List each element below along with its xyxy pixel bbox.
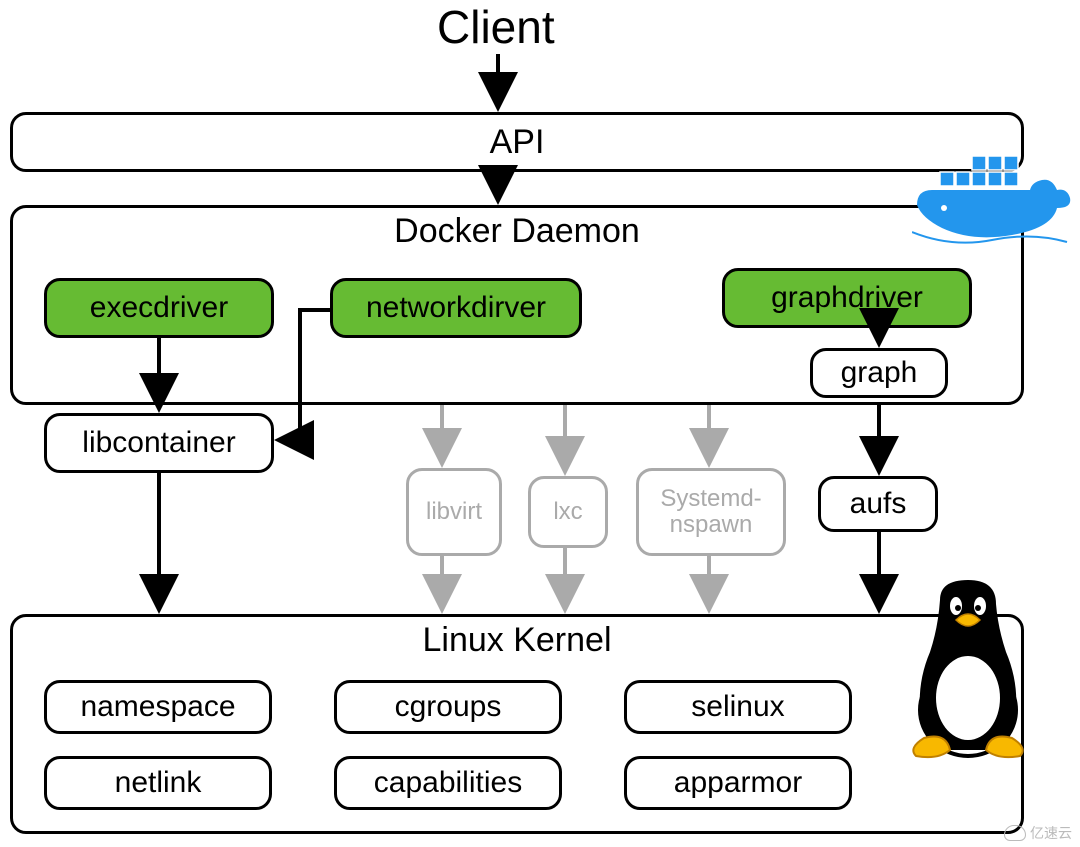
namespace-box: namespace [44, 680, 272, 734]
libcontainer-box: libcontainer [44, 413, 274, 473]
systemd-nspawn-box: Systemd-nspawn [636, 468, 786, 556]
apparmor-box: apparmor [624, 756, 852, 810]
client-label: Client [437, 0, 555, 54]
daemon-title: Docker Daemon [394, 212, 640, 251]
tux-penguin-icon [898, 580, 1038, 760]
networkdriver-box: networkdirver [330, 278, 582, 338]
execdriver-box: execdriver [44, 278, 274, 338]
watermark-text: 亿速云 [1030, 823, 1072, 843]
graph-box: graph [810, 348, 948, 398]
libvirt-label: libvirt [420, 499, 488, 525]
cgroups-box: cgroups [334, 680, 562, 734]
watermark-cloud-icon [1004, 825, 1026, 841]
netlink-box: netlink [44, 756, 272, 810]
watermark: 亿速云 [1004, 823, 1072, 843]
libvirt-box: libvirt [406, 468, 502, 556]
selinux-box: selinux [624, 680, 852, 734]
capabilities-box: capabilities [334, 756, 562, 810]
lxc-box: lxc [528, 476, 608, 548]
kernel-title: Linux Kernel [422, 621, 611, 660]
aufs-box: aufs [818, 476, 938, 532]
graphdriver-box: graphdriver [722, 268, 972, 328]
api-box: API [10, 112, 1024, 172]
docker-whale-icon [912, 150, 1072, 260]
